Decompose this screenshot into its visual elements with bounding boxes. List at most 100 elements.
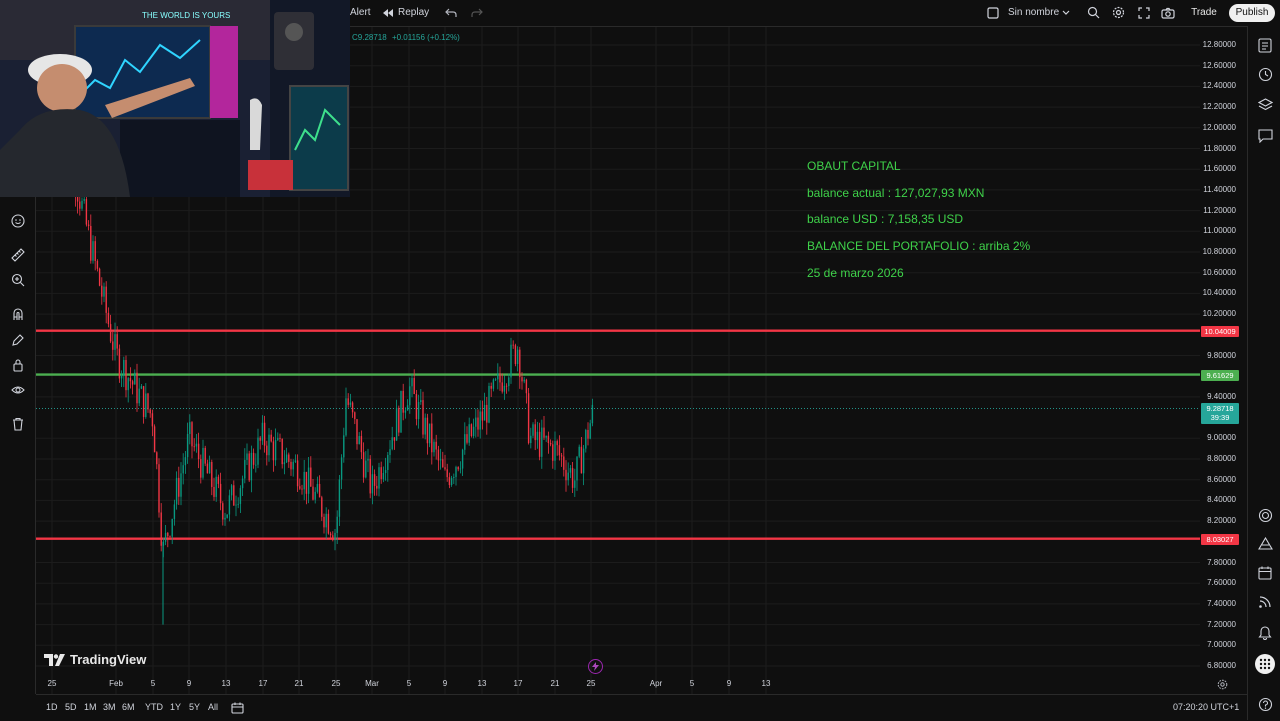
candle-body (123, 359, 125, 376)
candle-body (569, 468, 572, 473)
candle-body (398, 407, 400, 433)
axis-settings-gear-icon[interactable] (1216, 678, 1229, 691)
range-button-1d[interactable]: 1D (46, 702, 58, 712)
quick-search-icon[interactable] (1086, 5, 1101, 20)
notifications-bell-icon[interactable] (1256, 623, 1274, 641)
range-button-6m[interactable]: 6M (122, 702, 135, 712)
candle-body (228, 495, 231, 515)
help-icon[interactable] (1256, 695, 1274, 713)
publish-button[interactable]: Publish (1229, 4, 1275, 22)
settings-gear-icon[interactable] (1111, 5, 1126, 20)
trash-icon[interactable] (9, 415, 27, 433)
price-scale[interactable]: 12.80000 12.60000 12.40000 12.20000 12.00000… (1200, 27, 1246, 694)
emoji-icon[interactable] (9, 212, 27, 230)
candle-body (211, 461, 213, 487)
clock[interactable]: 07:20:20 UTC+1 (1173, 702, 1239, 712)
event-lightning-icon[interactable] (588, 659, 603, 674)
target-icon[interactable] (1256, 506, 1274, 524)
calendar-icon[interactable] (1256, 564, 1274, 582)
candle-body (178, 477, 180, 497)
candle-body (303, 471, 305, 490)
replay-label: Replay (398, 7, 430, 18)
range-button-1m[interactable]: 1M (84, 702, 97, 712)
candle-body (332, 535, 334, 541)
range-button-5d[interactable]: 5D (65, 702, 77, 712)
candle-body (202, 447, 204, 478)
range-button-3m[interactable]: 3M (103, 702, 116, 712)
candle-body (340, 457, 343, 480)
range-button-ytd[interactable]: YTD (145, 702, 163, 712)
undo-icon[interactable] (444, 6, 458, 20)
time-tick: Feb (109, 679, 123, 688)
redo-icon[interactable] (470, 6, 484, 20)
time-axis[interactable]: 25 Feb 5 9 13 17 21 25 Mar 5 9 13 17 21 25 Apr 5 9 13 (36, 676, 1200, 692)
candle-body (479, 411, 481, 430)
layout-name[interactable]: Sin nombre (1008, 0, 1059, 26)
fullscreen-icon[interactable] (1136, 5, 1151, 20)
candle-body (413, 378, 415, 394)
alerts-clock-icon[interactable] (1256, 65, 1274, 83)
candle-body (101, 285, 103, 297)
candle-body (468, 424, 470, 443)
chevron-down-icon[interactable] (1061, 7, 1071, 19)
candle-body (206, 463, 209, 474)
lock-icon[interactable] (9, 356, 27, 374)
pencil-lock-icon[interactable] (9, 331, 27, 349)
trade-button[interactable]: Trade (1185, 4, 1223, 22)
candle-body (90, 225, 92, 261)
candle-body (263, 422, 266, 446)
layers-icon[interactable] (1256, 96, 1274, 114)
layout-icon[interactable] (986, 6, 1000, 20)
alert-button[interactable]: Alert (350, 0, 371, 26)
chat-icon[interactable] (1256, 127, 1274, 145)
price-tick: 11.80000 (1203, 143, 1236, 153)
overlay-balance-mxn: balance actual : 127,027,93 MXN (807, 186, 985, 200)
candle-body (285, 454, 288, 463)
candle-body (373, 474, 376, 486)
time-tick: 9 (186, 679, 192, 688)
candle-body (563, 456, 565, 470)
candle-body (87, 224, 90, 226)
candle-body (283, 462, 286, 465)
candle-body (404, 410, 407, 413)
ohlc-readout: C9.28718 +0.01156 (+0.12%) (352, 33, 460, 42)
ideas-icon[interactable] (1256, 535, 1274, 553)
ruler-icon[interactable] (9, 246, 27, 264)
magnet-icon[interactable] (9, 305, 27, 323)
camera-icon[interactable] (1160, 5, 1176, 20)
candle-body (426, 417, 429, 444)
watchlist-icon[interactable] (1256, 36, 1274, 54)
tradingview-logo[interactable]: TradingView (44, 652, 146, 667)
candle-body (105, 286, 107, 313)
range-button-all[interactable]: All (208, 702, 218, 712)
candle-body (107, 312, 110, 325)
price-tick: 12.20000 (1202, 102, 1236, 112)
candle-body (266, 445, 268, 456)
candle-body (497, 373, 499, 380)
news-feed-icon[interactable] (1256, 593, 1274, 611)
range-button-1y[interactable]: 1Y (170, 702, 181, 712)
candle-body (347, 398, 349, 405)
candle-body (532, 424, 534, 436)
range-button-5y[interactable]: 5Y (189, 702, 200, 712)
current-price-value: 9.28718 (1206, 403, 1234, 413)
candle-body (483, 404, 486, 421)
calendar-goto-icon[interactable] (230, 701, 244, 715)
candle-body (118, 348, 121, 379)
eye-icon[interactable] (9, 381, 27, 399)
candle-body (510, 344, 512, 378)
candle-body (233, 485, 235, 506)
candle-body (565, 469, 567, 481)
candle-body (362, 452, 365, 478)
replay-button[interactable]: Replay (382, 0, 429, 26)
time-tick: 21 (550, 679, 560, 688)
candle-body (125, 359, 127, 391)
apps-grid-icon[interactable] (1255, 654, 1275, 674)
candle-body (277, 437, 279, 440)
candle-body (323, 516, 325, 528)
candle-body (145, 393, 147, 417)
candle-body (310, 467, 312, 487)
candle-body (204, 447, 206, 464)
zoom-in-icon[interactable] (9, 271, 27, 289)
price-tick: 11.40000 (1203, 184, 1236, 194)
